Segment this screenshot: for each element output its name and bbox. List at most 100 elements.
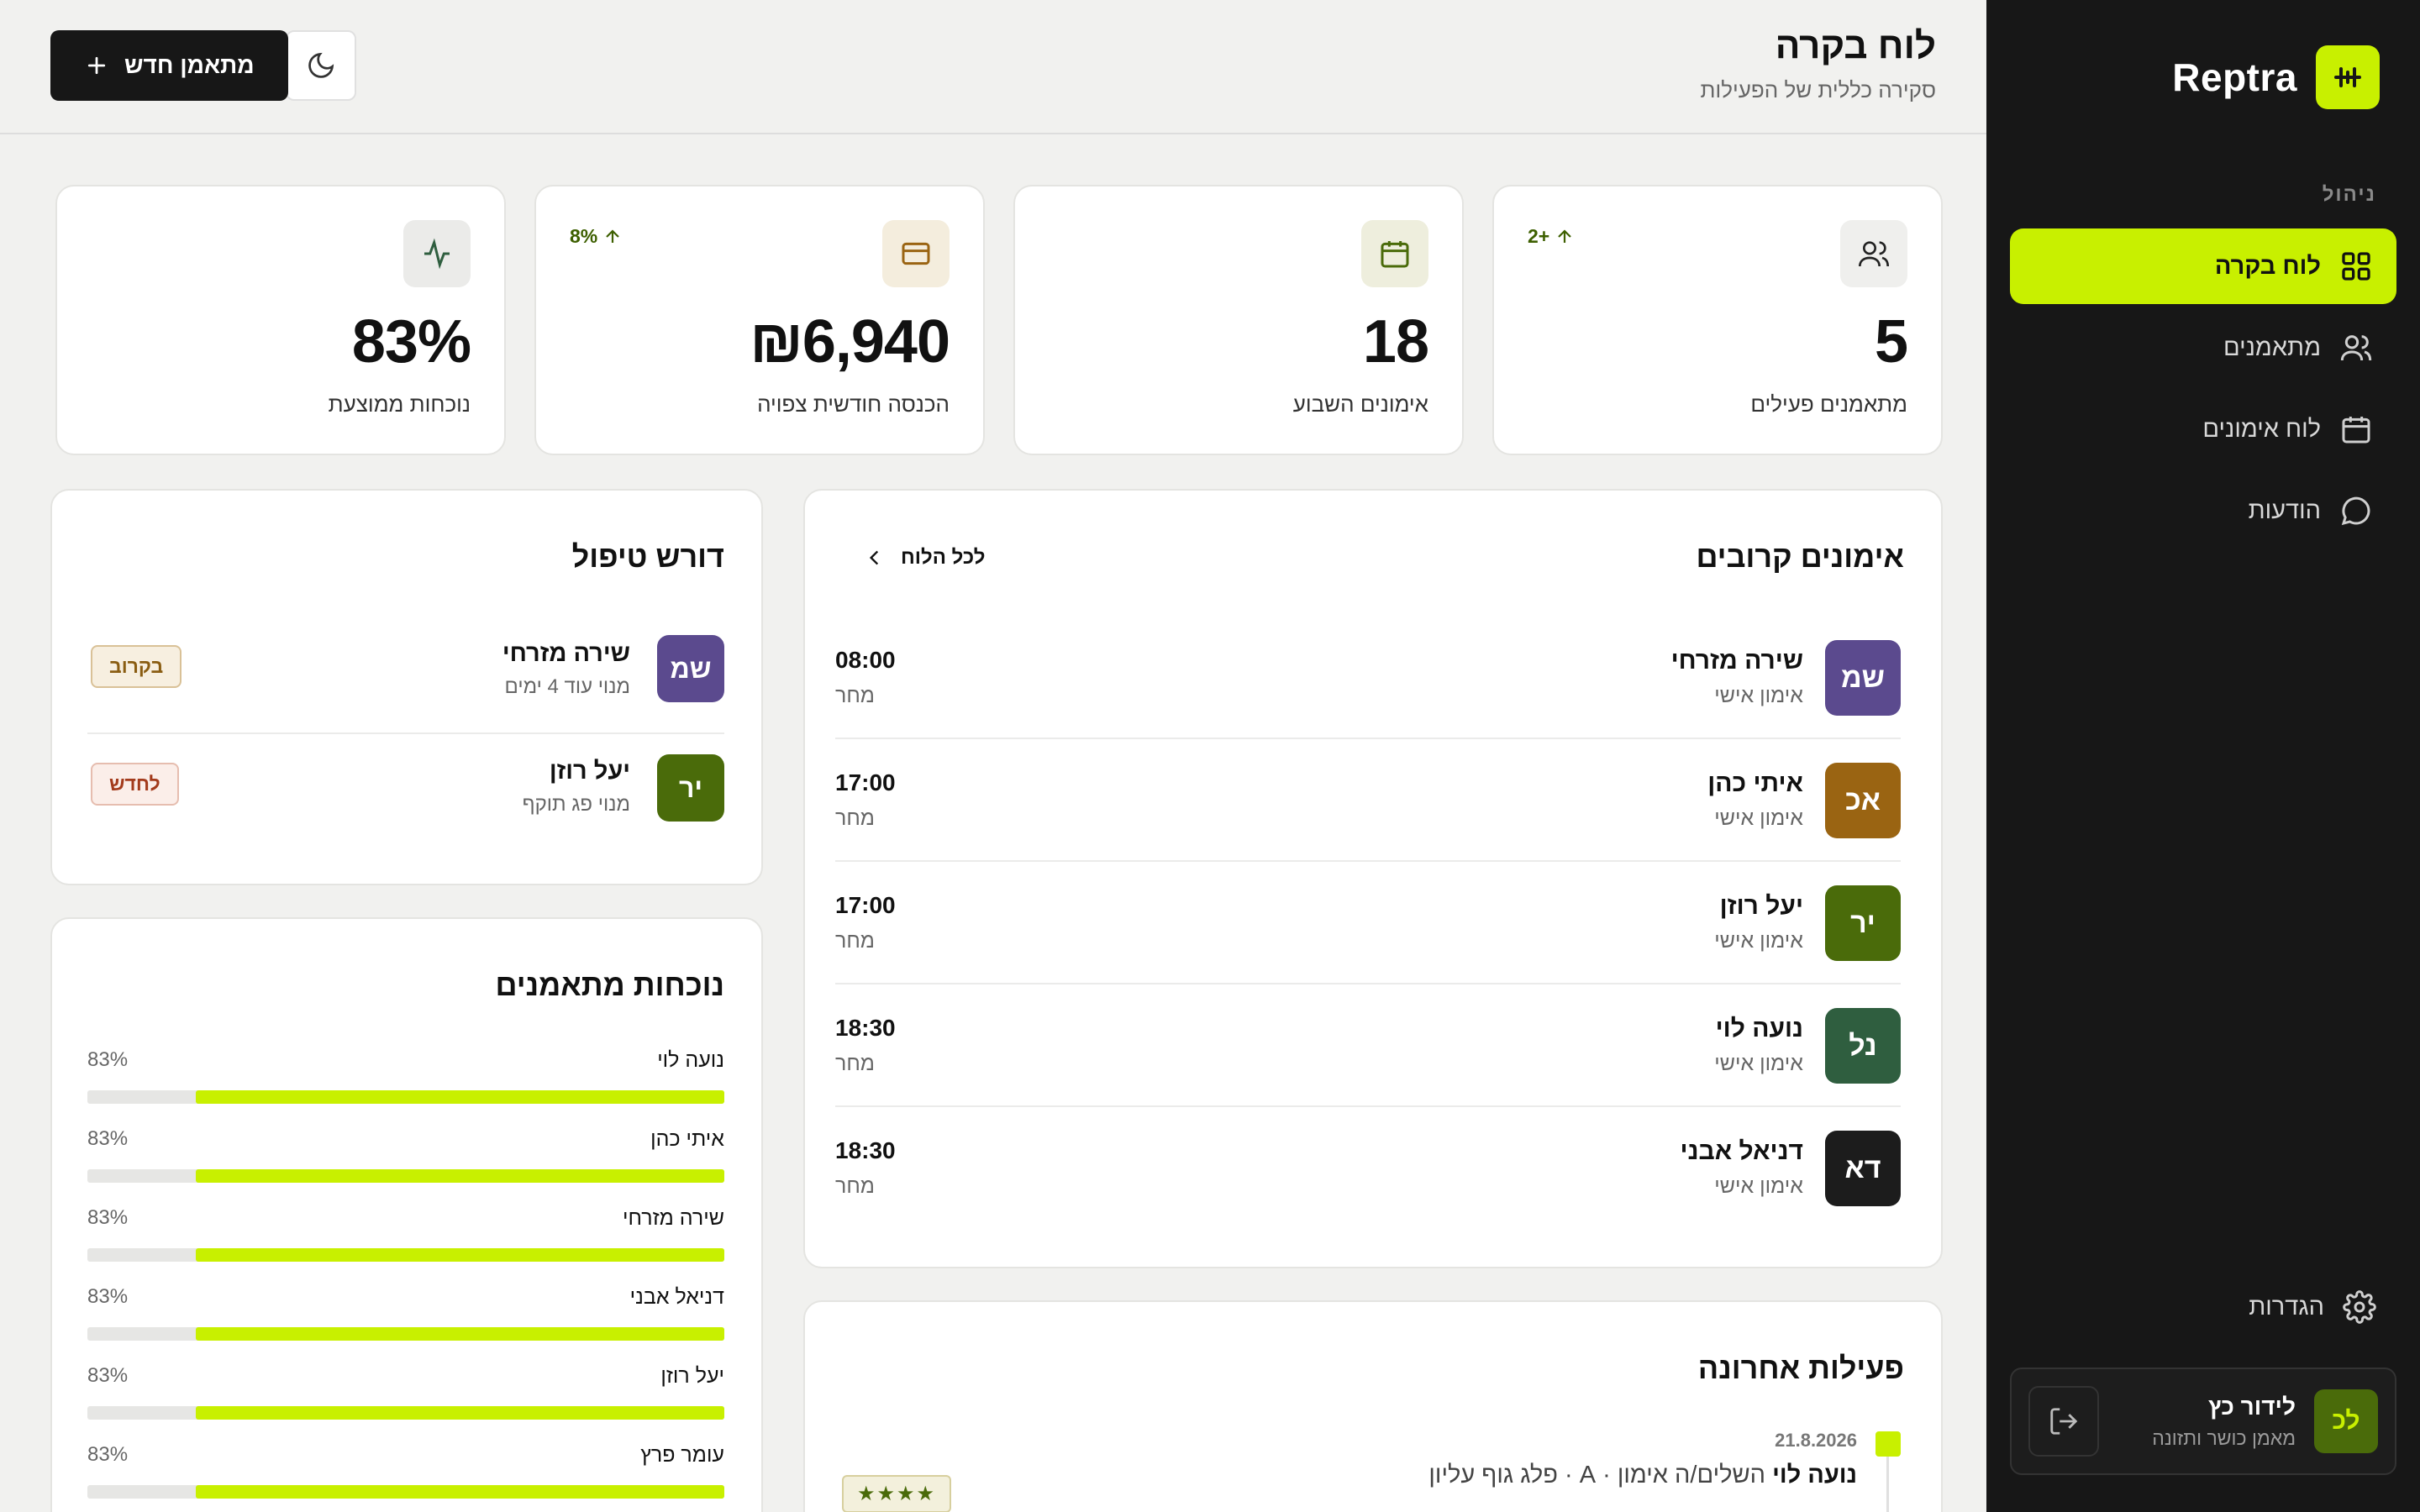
activity-description: השלים/ה אימון · A · פלג גוף עליון: [1428, 1462, 1766, 1488]
see-all-link[interactable]: לכל הלוח: [864, 546, 985, 570]
session-trainee-name: שירה מזרחי: [1670, 647, 1803, 675]
users-icon: [2340, 335, 2372, 361]
calendar-icon: [1361, 220, 1428, 287]
user-name: לידור כץ: [2207, 1393, 2296, 1420]
attendance-row: יעל רוזן 83%: [87, 1364, 724, 1443]
progress-track: [87, 1406, 724, 1420]
attendance-percent: 83%: [87, 1285, 129, 1308]
attendance-percent: 83%: [87, 1048, 129, 1071]
session-type: אימון אישי: [1714, 1174, 1803, 1198]
rating-stars: ★★★★: [842, 1475, 952, 1512]
new-trainee-button[interactable]: מתאמן חדש: [50, 30, 288, 101]
stat-delta: 2+: [1528, 225, 1575, 248]
stat-card-weekly-sessions: 18 אימונים השבוע: [1013, 185, 1464, 455]
attendance-row: איתי כהן 83%: [87, 1127, 724, 1206]
gear-icon: [2343, 1290, 2376, 1324]
chevron-left-icon: [869, 550, 879, 565]
session-trainee-name: נועה לוי: [1715, 1015, 1803, 1042]
list-item[interactable]: יר יעל רוזן אימון אישי 17:00 מחר: [835, 862, 1901, 984]
status-badge: לחדש: [91, 763, 179, 806]
section-title: פעילות אחרונה: [1697, 1351, 1904, 1385]
attention-note: מנוי עוד 4 ימים: [504, 675, 630, 698]
session-time: 18:30: [835, 1015, 896, 1041]
sidebar: Reptra ניהול לוח בקרה מתאמנים לוח אימוני…: [1986, 0, 2420, 1512]
attendance-name: עומר פרץ: [640, 1443, 724, 1467]
progress-track: [87, 1327, 724, 1341]
stat-value: 83%: [351, 308, 471, 375]
timeline-marker: [1876, 1431, 1901, 1457]
sidebar-item-messages[interactable]: הודעות: [2010, 473, 2396, 549]
sidebar-item-dashboard[interactable]: לוח בקרה: [2010, 228, 2396, 304]
page-title: לוח בקרה: [1775, 25, 1936, 66]
stat-label: מתאמנים פעילים: [1750, 391, 1907, 417]
sidebar-item-label: לוח בקרה: [2214, 252, 2321, 280]
list-item[interactable]: דא דניאל אבני אימון אישי 18:30 מחר: [835, 1107, 1901, 1230]
progress-fill: [195, 1327, 724, 1341]
nav-section-label: ניהול: [2322, 183, 2376, 206]
attendance-name: דניאל אבני: [629, 1285, 724, 1309]
stat-card-monthly-revenue: 8% ₪6,940 הכנסה חודשית צפויה: [534, 185, 985, 455]
progress-track: [87, 1169, 724, 1183]
sidebar-item-label: לוח אימונים: [2202, 415, 2321, 443]
activity-icon: [403, 220, 471, 287]
attendance-name: איתי כהן: [650, 1127, 724, 1151]
stat-value: 18: [1362, 308, 1429, 375]
brand[interactable]: Reptra: [2172, 45, 2380, 109]
new-trainee-label: מתאמן חדש: [124, 52, 255, 78]
session-type: אימון אישי: [1714, 1052, 1803, 1075]
avatar: דא: [1825, 1131, 1901, 1206]
session-day: מחר: [835, 684, 875, 707]
theme-toggle-button[interactable]: [286, 30, 356, 101]
session-trainee-name: איתי כהן: [1707, 769, 1803, 797]
list-item[interactable]: שמ שירה מזרחי אימון אישי 08:00 מחר: [835, 617, 1901, 739]
status-badge: בקרוב: [91, 645, 182, 688]
chat-icon: [2341, 496, 2370, 526]
list-item[interactable]: יר יעל רוזן מנוי פג תוקף לחדש: [87, 734, 724, 852]
moon-icon: [308, 52, 334, 78]
avatar: אכ: [1825, 763, 1901, 838]
plus-icon: [87, 56, 106, 75]
arrow-up-icon: [606, 228, 620, 243]
user-card: לכ לידור כץ מאמן כושר ותזונה: [2010, 1368, 2396, 1475]
list-item[interactable]: שמ שירה מזרחי מנוי עוד 4 ימים בקרוב: [87, 617, 724, 734]
section-title: נוכחות מתאמנים: [495, 968, 724, 1002]
page-header: לוח בקרה סקירה כללית של הפעילות מתאמן חד…: [0, 0, 1986, 134]
avatar: נל: [1825, 1008, 1901, 1084]
session-time: 17:00: [835, 892, 896, 918]
progress-fill: [195, 1406, 724, 1420]
activity-date: 21.8.2026: [1775, 1430, 1857, 1451]
timeline-line: [1886, 1457, 1889, 1512]
session-time: 18:30: [835, 1137, 896, 1163]
progress-fill: [195, 1485, 724, 1499]
progress-track: [87, 1485, 724, 1499]
sidebar-item-schedule[interactable]: לוח אימונים: [2010, 391, 2396, 467]
attendance-percent: 83%: [87, 1127, 129, 1150]
progress-fill: [195, 1248, 724, 1262]
logout-button[interactable]: [2028, 1386, 2099, 1457]
activity-trainee: נועה לוי: [1772, 1462, 1857, 1488]
session-type: אימון אישי: [1714, 684, 1803, 707]
session-trainee-name: יעל רוזן: [1719, 892, 1803, 920]
avatar: לכ: [2314, 1389, 2378, 1453]
recent-activity-card: פעילות אחרונה 21.8.2026 נועה לוי השלים/ה…: [803, 1300, 1943, 1512]
logout-icon: [2050, 1408, 2078, 1435]
list-item[interactable]: נל נועה לוי אימון אישי 18:30 מחר: [835, 984, 1901, 1107]
progress-track: [87, 1090, 724, 1104]
section-title: דורש טיפול: [571, 539, 724, 574]
avatar: יר: [1825, 885, 1901, 961]
avatar: יר: [657, 754, 724, 822]
needs-attention-card: דורש טיפול שמ שירה מזרחי מנוי עוד 4 ימים…: [50, 489, 763, 885]
attendance-row: שירה מזרחי 83%: [87, 1206, 724, 1285]
sidebar-item-trainees[interactable]: מתאמנים: [2010, 310, 2396, 386]
attendance-row: עומר פרץ 83%: [87, 1443, 724, 1512]
attendance-name: יעל רוזן: [660, 1364, 724, 1388]
attendance-name: נועה לוי: [657, 1048, 724, 1072]
credit-card-icon: [882, 220, 950, 287]
list-item[interactable]: אכ איתי כהן אימון אישי 17:00 מחר: [835, 739, 1901, 862]
progress-fill: [195, 1169, 724, 1183]
sidebar-item-settings[interactable]: הגדרות: [2249, 1290, 2376, 1324]
attendance-row: דניאל אבני 83%: [87, 1285, 724, 1364]
session-day: מחר: [835, 1174, 875, 1198]
progress-track: [87, 1248, 724, 1262]
attendance-percent: 83%: [87, 1443, 129, 1466]
